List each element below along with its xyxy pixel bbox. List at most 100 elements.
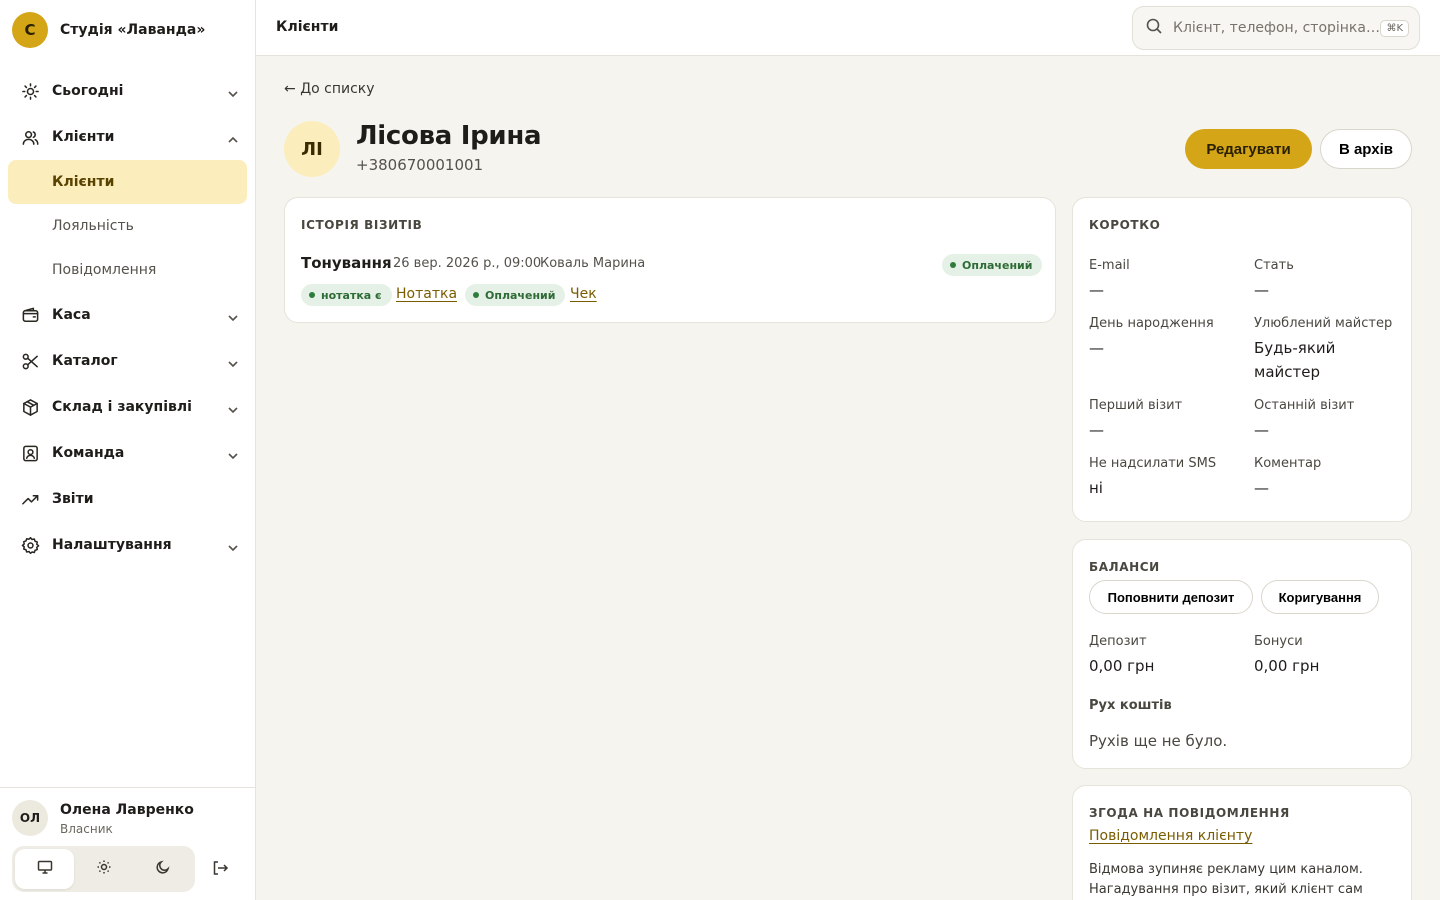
search-input[interactable]: Клієнт, телефон, сторінка… ⌘K: [1132, 6, 1420, 50]
favorite-master-value-line2: майстер: [1254, 363, 1320, 381]
nav-item-stock[interactable]: Склад і закупівлі: [0, 384, 255, 430]
status-dot: [473, 292, 479, 298]
nav-item-catalog[interactable]: Каталог: [0, 338, 255, 384]
visit-master: Коваль Марина: [540, 256, 646, 271]
movements-label: Рух коштів: [1089, 698, 1172, 713]
box-icon: [20, 397, 40, 417]
status-label: Оплачений: [962, 258, 1033, 272]
sun-icon: [96, 859, 112, 879]
nav-label: Клієнти: [52, 129, 115, 145]
no-sms-label: Не надсилати SMS: [1089, 456, 1217, 471]
adjust-button[interactable]: Коригування: [1261, 580, 1379, 614]
note-badge: нотатка є: [301, 284, 392, 306]
main-nav: Сьогодні Клієнти Клієнти Лояльність Пові…: [0, 68, 255, 568]
birthday-label: День народження: [1089, 316, 1214, 331]
visit-date: 26 вер. 2026 р., 09:00: [393, 256, 542, 271]
receipt-link[interactable]: Чек: [570, 286, 597, 302]
nav-label: Каталог: [52, 353, 118, 369]
theme-system-button[interactable]: [15, 849, 74, 889]
nav-label: Звіти: [52, 491, 94, 507]
client-avatar: ЛІ: [284, 121, 340, 177]
chevron-down-icon: [227, 539, 239, 552]
chevron-down-icon: [227, 309, 239, 322]
chevron-down-icon: [227, 355, 239, 368]
avatar[interactable]: ОЛ: [12, 800, 48, 836]
nav-item-clients[interactable]: Клієнти: [0, 114, 255, 160]
brand[interactable]: С Студія «Лаванда»: [0, 0, 255, 60]
consent-text: Відмова зупиняє рекламу цим каналом. Наг…: [1089, 862, 1363, 897]
shortcut-hint: ⌘K: [1380, 19, 1409, 37]
user-name: Олена Лавренко: [60, 802, 194, 818]
moon-icon: [155, 859, 171, 879]
visit-history-card: ІСТОРІЯ ВІЗИТІВ Тонування 26 вер. 2026 р…: [284, 197, 1056, 323]
last-visit-value: —: [1254, 421, 1269, 439]
contact-card-icon: [20, 443, 40, 463]
note-link[interactable]: Нотатка: [396, 286, 457, 302]
sub-item-clients[interactable]: Клієнти: [8, 160, 247, 204]
first-visit-label: Перший візит: [1089, 398, 1183, 413]
payment-badge-label: Оплачений: [485, 288, 556, 302]
trend-up-icon: [20, 489, 40, 509]
deposit-value: 0,00 грн: [1089, 657, 1155, 675]
brand-logo: С: [12, 12, 48, 48]
favorite-master-label: Улюблений майстер: [1254, 316, 1393, 331]
favorite-master-value-line1: Будь-який: [1254, 339, 1336, 357]
topup-deposit-button[interactable]: Поповнити депозит: [1089, 580, 1253, 614]
monitor-icon: [37, 859, 53, 879]
client-notifications-link[interactable]: Повідомлення клієнту: [1089, 828, 1252, 844]
gender-value: —: [1254, 281, 1269, 299]
nav-label: Команда: [52, 445, 125, 461]
sidebar: С Студія «Лаванда» Сьогодні Клієнти Кліє…: [0, 0, 256, 900]
client-name: Лісова Ірина: [356, 121, 542, 151]
page-title: Клієнти: [276, 19, 339, 35]
movements-empty: Рухів ще не було.: [1089, 732, 1228, 750]
summary-card: КОРОТКО E-mail — Стать — День народження…: [1072, 197, 1412, 522]
chevron-up-icon: [227, 131, 239, 143]
search-placeholder: Клієнт, телефон, сторінка…: [1173, 20, 1380, 36]
nav-item-team[interactable]: Команда: [0, 430, 255, 476]
payment-badge: Оплачений: [465, 284, 566, 306]
logout-icon: [211, 861, 229, 881]
sub-item-loyalty[interactable]: Лояльність: [0, 204, 255, 248]
card-title: ІСТОРІЯ ВІЗИТІВ: [301, 218, 423, 232]
nav-label: Склад і закупівлі: [52, 399, 192, 415]
comment-label: Коментар: [1254, 456, 1322, 471]
card-title: ЗГОДА НА ПОВІДОМЛЕННЯ: [1089, 806, 1290, 820]
sub-item-messages[interactable]: Повідомлення: [0, 248, 255, 292]
archive-button[interactable]: В архів: [1320, 129, 1412, 169]
no-sms-value: ні: [1089, 479, 1103, 497]
status-dot: [950, 262, 956, 268]
nav-label: Налаштування: [52, 537, 172, 553]
arrow-left-icon: ←: [284, 81, 296, 97]
status-dot: [309, 292, 315, 298]
user-block: ОЛ Олена Лавренко Власник: [0, 787, 255, 900]
nav-label: Каса: [52, 307, 91, 323]
edit-button[interactable]: Редагувати: [1185, 129, 1312, 169]
comment-value: —: [1254, 479, 1269, 497]
balances-card: БАЛАНСИ Поповнити депозит Коригування Де…: [1072, 539, 1412, 769]
chevron-down-icon: [227, 85, 239, 98]
nav-item-settings[interactable]: Налаштування: [0, 522, 255, 568]
theme-switch: [12, 846, 195, 892]
back-link[interactable]: ← До списку: [284, 81, 375, 97]
chevron-down-icon: [227, 401, 239, 414]
gender-label: Стать: [1254, 258, 1294, 273]
bonus-value: 0,00 грн: [1254, 657, 1320, 675]
gear-icon: [20, 535, 40, 555]
sun-icon: [20, 81, 40, 101]
theme-dark-button[interactable]: [133, 849, 192, 889]
visit-service[interactable]: Тонування: [301, 254, 392, 272]
last-visit-label: Останній візит: [1254, 398, 1355, 413]
theme-light-button[interactable]: [74, 849, 133, 889]
chevron-down-icon: [227, 447, 239, 460]
card-title: КОРОТКО: [1089, 218, 1161, 232]
nav-label: Сьогодні: [52, 83, 124, 99]
users-icon: [20, 127, 40, 147]
nav-item-today[interactable]: Сьогодні: [0, 68, 255, 114]
nav-item-cash[interactable]: Каса: [0, 292, 255, 338]
logout-button[interactable]: [211, 859, 231, 879]
birthday-value: —: [1089, 339, 1104, 357]
wallet-icon: [20, 305, 40, 325]
nav-item-reports[interactable]: Звіти: [0, 476, 255, 522]
brand-name: Студія «Лаванда»: [60, 22, 206, 38]
